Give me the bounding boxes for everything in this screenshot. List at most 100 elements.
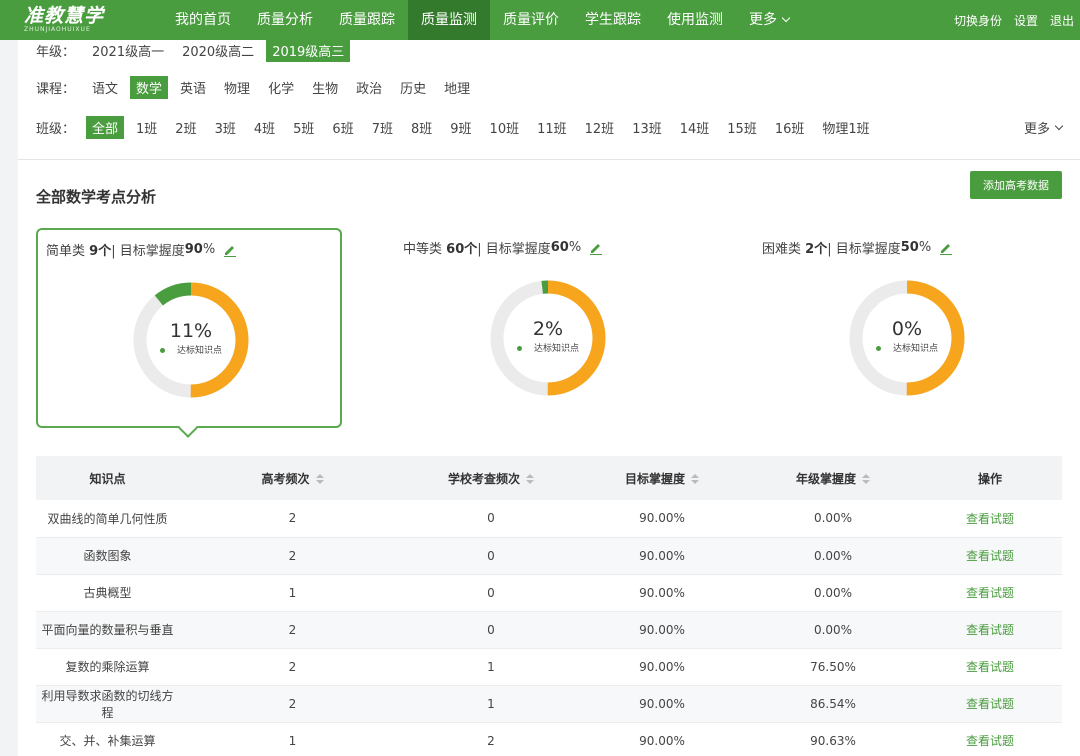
course-option[interactable]: 地理 [438, 76, 476, 99]
course-option[interactable]: 历史 [394, 76, 432, 99]
cell-knowledge-point: 函数图象 [36, 537, 179, 575]
course-option[interactable]: 英语 [174, 76, 212, 99]
class-option[interactable]: 4班 [248, 116, 281, 139]
logout-link[interactable]: 退出 [1050, 12, 1074, 29]
class-option[interactable]: 1班 [130, 116, 163, 139]
class-option[interactable]: 2班 [169, 116, 202, 139]
nav-item-home[interactable]: 我的首页 [162, 0, 244, 40]
course-option[interactable]: 政治 [350, 76, 388, 99]
class-option[interactable]: 7班 [366, 116, 399, 139]
class-option[interactable]: 13班 [626, 116, 668, 139]
sort-icon[interactable] [315, 474, 324, 484]
header-label: 操作 [977, 471, 1002, 486]
cell-target-mastery: 90.00% [576, 611, 748, 649]
col-header-grade-mastery[interactable]: 年级掌握度 [748, 456, 918, 500]
view-questions-link[interactable]: 查看试题 [966, 697, 1014, 711]
class-option[interactable]: 5班 [287, 116, 320, 139]
class-option[interactable]: 11班 [531, 116, 573, 139]
edit-pencil-icon[interactable] [939, 241, 953, 255]
view-questions-link[interactable]: 查看试题 [966, 512, 1014, 526]
cell-gaokao-frequency: 1 [179, 722, 406, 756]
class-more-toggle[interactable]: 更多 [1024, 118, 1064, 137]
nav-item-quality-tracking[interactable]: 质量跟踪 [326, 0, 408, 40]
class-option[interactable]: 10班 [484, 116, 526, 139]
grade-option-2019[interactable]: 2019级高三 [266, 39, 351, 62]
nav-item-quality-monitoring[interactable]: 质量监测 [408, 0, 490, 40]
category-card-medium[interactable]: 中等类 60个 | 目标掌握度 60 % 2% 达标知识点 [395, 228, 701, 428]
col-header-gaokao-frequency[interactable]: 高考频次 [179, 456, 406, 500]
col-header-school-frequency[interactable]: 学校考查频次 [406, 456, 576, 500]
col-header-target-mastery[interactable]: 目标掌握度 [576, 456, 748, 500]
sort-icon[interactable] [862, 474, 870, 484]
class-option[interactable]: 15班 [721, 116, 763, 139]
switch-identity-link[interactable]: 切换身份 [954, 12, 1002, 29]
header-label: 高考频次 [261, 471, 310, 486]
class-option[interactable]: 物理1班 [816, 116, 875, 139]
class-option[interactable]: 6班 [326, 116, 359, 139]
card-category: 简单类 [46, 244, 86, 259]
top-right-actions: 切换身份 设置 退出 [954, 0, 1074, 40]
col-header-knowledge-point: 知识点 [36, 456, 179, 500]
category-card-hard[interactable]: 困难类 2个 | 目标掌握度 50 % 0% 达标知识点 [754, 228, 1060, 428]
course-option[interactable]: 生物 [306, 76, 344, 99]
cell-knowledge-point: 双曲线的简单几何性质 [36, 500, 179, 538]
grade-option-2021[interactable]: 2021级高一 [86, 39, 170, 62]
course-option[interactable]: 物理 [218, 76, 256, 99]
card-count: 9个 [89, 244, 112, 259]
app-logo[interactable]: 准教慧学 ZHUNJIAOHUIXUE [0, 0, 160, 40]
card-header: 简单类 9个 | 目标掌握度 90 % [46, 240, 237, 259]
nav-item-quality-analysis[interactable]: 质量分析 [244, 0, 326, 40]
cell-action: 查看试题 [918, 685, 1062, 723]
class-option[interactable]: 16班 [769, 116, 811, 139]
course-option[interactable]: 语文 [86, 76, 124, 99]
card-target-value: 50 [900, 240, 919, 255]
nav-item-student-tracking[interactable]: 学生跟踪 [572, 0, 654, 40]
chevron-down-icon [781, 13, 791, 23]
nav-more-label: 更多 [749, 12, 777, 28]
cell-target-mastery: 90.00% [576, 537, 748, 575]
donut-legend: 达标知识点 [38, 343, 344, 356]
card-category: 困难类 [762, 242, 802, 257]
cell-grade-mastery: 86.54% [748, 685, 918, 723]
cell-gaokao-frequency: 2 [179, 611, 406, 649]
course-option[interactable]: 化学 [262, 76, 300, 99]
cell-school-frequency: 0 [406, 611, 576, 649]
header-label: 目标掌握度 [624, 471, 685, 486]
view-questions-link[interactable]: 查看试题 [966, 734, 1014, 748]
view-questions-link[interactable]: 查看试题 [966, 623, 1014, 637]
card-category: 中等类 [403, 242, 443, 257]
class-option[interactable]: 全部 [86, 116, 125, 139]
class-label: 班级： [36, 122, 76, 137]
class-option[interactable]: 9班 [444, 116, 477, 139]
knowledge-point-table: 知识点 高考频次 学校考查频次 目标掌握度 年级掌握度 操作 双曲线的简单几何性… [36, 456, 1062, 756]
class-option[interactable]: 12班 [579, 116, 621, 139]
view-questions-link[interactable]: 查看试题 [966, 549, 1014, 563]
nav-more-menu[interactable]: 更多 [736, 0, 802, 40]
cell-grade-mastery: 0.00% [748, 500, 918, 538]
card-unit: % [918, 240, 932, 255]
course-label: 课程： [36, 82, 76, 97]
category-card-easy[interactable]: 简单类 9个 | 目标掌握度 90 % 11% 达标知识点 [36, 228, 344, 438]
cell-gaokao-frequency: 2 [179, 685, 406, 723]
sort-icon[interactable] [691, 474, 699, 484]
table-row: 复数的乘除运算 2 1 90.00% 76.50% 查看试题 [36, 648, 1062, 686]
edit-pencil-icon[interactable] [589, 241, 603, 255]
settings-link[interactable]: 设置 [1014, 12, 1038, 29]
course-option[interactable]: 数学 [130, 76, 169, 99]
grade-option-2020[interactable]: 2020级高二 [176, 39, 260, 62]
view-questions-link[interactable]: 查看试题 [966, 586, 1014, 600]
add-gaokao-data-button[interactable]: 添加高考数据 [970, 171, 1062, 199]
nav-item-usage-monitoring[interactable]: 使用监测 [654, 0, 736, 40]
class-option[interactable]: 3班 [209, 116, 242, 139]
class-option[interactable]: 8班 [405, 116, 438, 139]
edit-pencil-icon[interactable] [223, 243, 237, 257]
cell-target-mastery: 90.00% [576, 722, 748, 756]
class-option[interactable]: 14班 [674, 116, 716, 139]
sort-icon[interactable] [526, 474, 534, 484]
cell-school-frequency: 0 [406, 500, 576, 538]
nav-item-quality-evaluation[interactable]: 质量评价 [490, 0, 572, 40]
card-header: 困难类 2个 | 目标掌握度 50 % [762, 238, 953, 257]
view-questions-link[interactable]: 查看试题 [966, 660, 1014, 674]
header-label: 年级掌握度 [795, 471, 856, 486]
table-row: 函数图象 2 0 90.00% 0.00% 查看试题 [36, 537, 1062, 575]
